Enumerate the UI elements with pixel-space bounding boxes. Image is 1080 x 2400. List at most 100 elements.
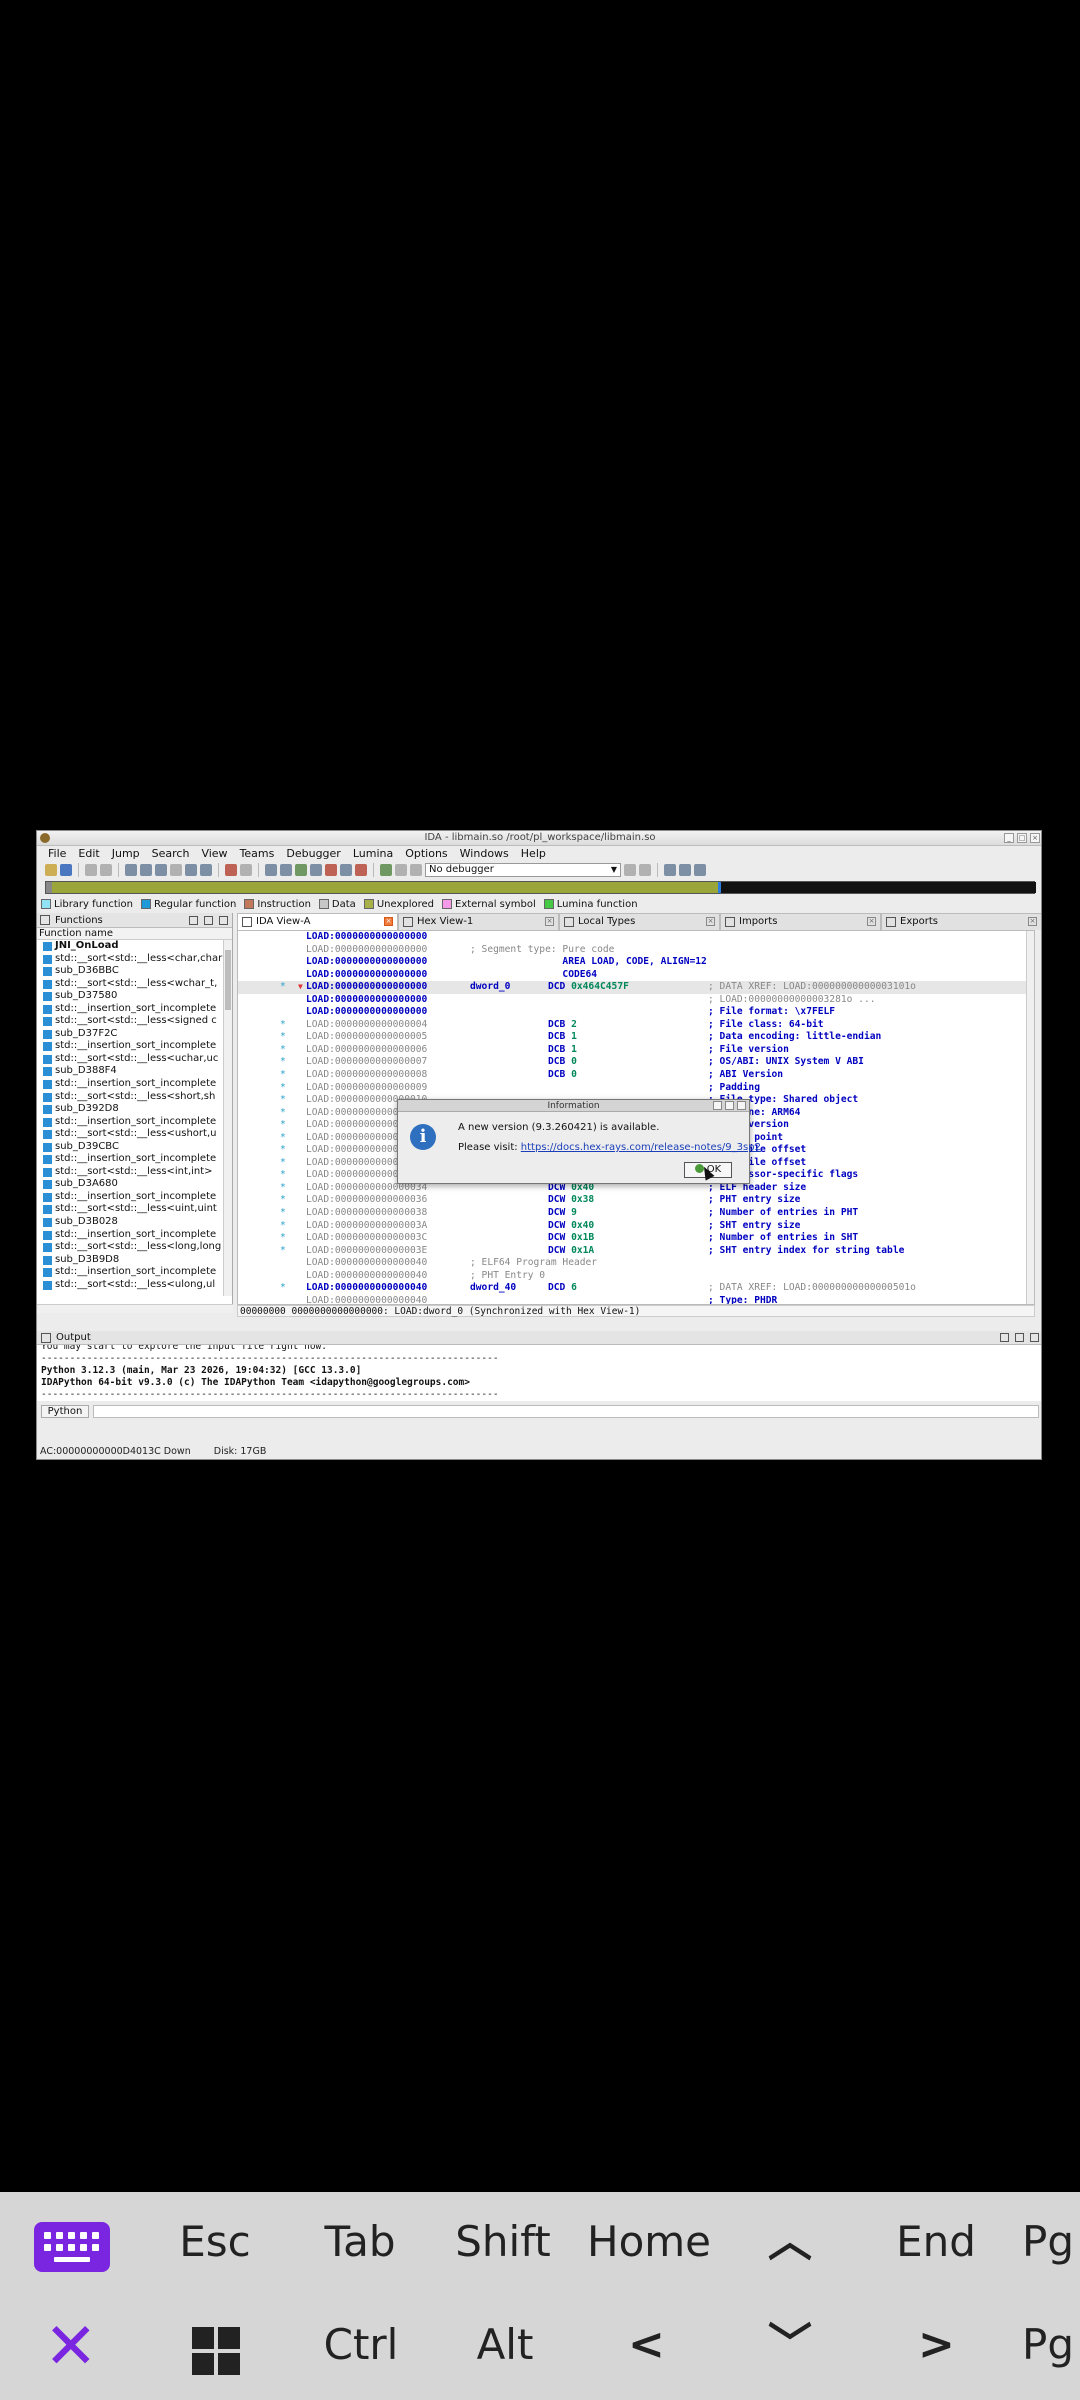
dialog-close-button[interactable] <box>737 1101 746 1110</box>
menu-debugger[interactable]: Debugger <box>280 846 346 861</box>
breakpoint-icon[interactable] <box>355 864 367 876</box>
tool-icon[interactable] <box>340 864 352 876</box>
disasm-line[interactable]: LOAD:0000000000000000 <box>238 931 1034 944</box>
tool-icon[interactable] <box>200 864 212 876</box>
esc-key[interactable]: Esc <box>170 2192 260 2292</box>
menu-options[interactable]: Options <box>399 846 453 861</box>
keyboard-icon[interactable] <box>34 2222 110 2272</box>
tab-close-icon[interactable]: × <box>384 917 393 926</box>
navigation-band[interactable] <box>45 881 1036 894</box>
tab-key[interactable]: Tab <box>315 2192 405 2292</box>
function-list-item[interactable]: std::__sort<std::__less<ulong,ul <box>37 1279 223 1292</box>
function-list-item[interactable]: sub_D392D8 <box>37 1103 223 1116</box>
disasm-line[interactable]: LOAD:0000000000000000 CODE64 <box>238 969 1034 982</box>
panel-close-button[interactable] <box>1030 1333 1039 1342</box>
tab-close-icon[interactable]: × <box>1028 917 1037 926</box>
disasm-line[interactable]: LOAD:0000000000000000 ; Segment type: Pur… <box>238 944 1034 957</box>
menu-jump[interactable]: Jump <box>106 846 146 861</box>
run-icon[interactable] <box>380 864 392 876</box>
open-icon[interactable] <box>45 864 57 876</box>
function-list-item[interactable]: std::__insertion_sort_incomplete <box>37 1229 223 1242</box>
tool-icon[interactable] <box>185 864 197 876</box>
disasm-line[interactable]: LOAD:0000000000000040 ; PHT Entry 0 <box>238 1270 1034 1283</box>
tool-icon[interactable] <box>155 864 167 876</box>
tool-icon[interactable] <box>295 864 307 876</box>
close-icon[interactable]: ✕ <box>44 2315 98 2379</box>
ctrl-key[interactable]: Ctrl <box>316 2295 406 2395</box>
tool-icon[interactable] <box>624 864 636 876</box>
dialog-titlebar[interactable]: Information <box>398 1100 749 1112</box>
disasm-line[interactable]: LOAD:0000000000000000 AREA LOAD, CODE, A… <box>238 956 1034 969</box>
menu-lumina[interactable]: Lumina <box>347 846 399 861</box>
tab-exports[interactable]: Exports × <box>881 913 1041 930</box>
functions-scrollbar[interactable] <box>223 940 232 1296</box>
tab-local-types[interactable]: Local Types × <box>559 913 720 930</box>
menu-edit[interactable]: Edit <box>72 846 105 861</box>
disasm-scrollbar[interactable] <box>1026 931 1034 1304</box>
function-list-item[interactable]: std::__insertion_sort_incomplete <box>37 1078 223 1091</box>
disasm-line[interactable]: * LOAD:0000000000000009 ; Padding <box>238 1082 1034 1095</box>
minimize-button[interactable]: _ <box>1004 833 1014 843</box>
release-notes-link[interactable]: https://docs.hex-rays.com/release-notes/… <box>521 1142 761 1153</box>
disasm-line[interactable]: * LOAD:0000000000000005 DCB 1 ; Data encodi… <box>238 1031 1034 1044</box>
tab-close-icon[interactable]: × <box>545 917 554 926</box>
python-command-input[interactable] <box>93 1405 1039 1418</box>
disasm-line[interactable]: * LOAD:0000000000000004 DCB 2 ; File class:… <box>238 1019 1034 1032</box>
disasm-line[interactable]: * LOAD:0000000000000007 DCB 0 ; OS/ABI: UNI… <box>238 1056 1034 1069</box>
menu-file[interactable]: File <box>42 846 72 861</box>
function-list-item[interactable]: sub_D37F2C <box>37 1028 223 1041</box>
tool-icon[interactable] <box>140 864 152 876</box>
windows-icon[interactable] <box>192 2327 240 2375</box>
tool-icon[interactable] <box>639 864 651 876</box>
forward-icon[interactable] <box>100 864 112 876</box>
tool-icon[interactable] <box>310 864 322 876</box>
down-arrow-key[interactable]: ﹀ <box>768 2295 812 2395</box>
function-list-item[interactable]: std::__insertion_sort_incomplete <box>37 1153 223 1166</box>
menu-teams[interactable]: Teams <box>234 846 281 861</box>
tool-icon[interactable] <box>170 864 182 876</box>
end-key[interactable]: End <box>888 2192 984 2292</box>
stop-icon[interactable] <box>410 864 422 876</box>
tab-ida-view-a[interactable]: IDA View-A × <box>237 913 398 930</box>
panel-close-button[interactable] <box>219 915 228 925</box>
functions-hscrollbar[interactable] <box>37 1304 233 1313</box>
function-list-item[interactable]: std::__sort<std::__less<signed c <box>37 1015 223 1028</box>
tab-close-icon[interactable]: × <box>706 917 715 926</box>
tool-icon[interactable] <box>280 864 292 876</box>
function-list-item[interactable]: std::__insertion_sort_incomplete <box>37 1266 223 1279</box>
function-list-item[interactable]: sub_D3A680 <box>37 1178 223 1191</box>
close-button[interactable]: × <box>1030 833 1040 843</box>
window-titlebar[interactable]: IDA - libmain.so /root/pl_workspace/libm… <box>37 831 1041 846</box>
function-list-item[interactable]: std::__sort<std::__less<short,sh <box>37 1091 223 1104</box>
tool-icon[interactable] <box>125 864 137 876</box>
tool-icon[interactable] <box>225 864 237 876</box>
disasm-line[interactable]: * LOAD:0000000000000038 DCW 9 ; Number of e… <box>238 1207 1034 1220</box>
dialog-minimize-button[interactable] <box>713 1101 722 1110</box>
function-list-item[interactable]: std::__sort<std::__less<uchar,uc <box>37 1053 223 1066</box>
tool-icon[interactable] <box>679 864 691 876</box>
menu-windows[interactable]: Windows <box>454 846 515 861</box>
function-list-item[interactable]: std::__sort<std::__less<uint,uint <box>37 1203 223 1216</box>
maximize-button[interactable]: □ <box>1017 833 1027 843</box>
shift-key[interactable]: Shift <box>448 2192 558 2292</box>
function-list-item[interactable]: std::__sort<std::__less<wchar_t, <box>37 978 223 991</box>
menu-view[interactable]: View <box>195 846 233 861</box>
function-list-item[interactable]: std::__sort<std::__less<int,int> <box>37 1166 223 1179</box>
disasm-line[interactable]: LOAD:0000000000000000 ; File format: \x7F… <box>238 1006 1034 1019</box>
left-arrow-key[interactable]: < <box>628 2295 665 2395</box>
page-up-key[interactable]: Pg <box>1022 2192 1080 2292</box>
dialog-maximize-button[interactable] <box>725 1101 734 1110</box>
save-icon[interactable] <box>60 864 72 876</box>
disasm-line[interactable]: * LOAD:0000000000000040 dword_40 DCD 6 ; DAT… <box>238 1282 1034 1295</box>
tool-icon[interactable] <box>265 864 277 876</box>
tab-hex-view-1[interactable]: Hex View-1 × <box>398 913 559 930</box>
function-list-item[interactable]: std::__sort<std::__less<char,char <box>37 953 223 966</box>
page-down-key[interactable]: Pg <box>1022 2295 1080 2395</box>
disasm-label[interactable]: dword_0 <box>470 981 510 994</box>
menu-search[interactable]: Search <box>146 846 196 861</box>
function-list-item[interactable]: std::__insertion_sort_incomplete <box>37 1003 223 1016</box>
debugger-select[interactable]: No debugger ▼ <box>425 863 621 877</box>
up-arrow-key[interactable]: ︿ <box>768 2192 812 2292</box>
panel-maximize-button[interactable] <box>1000 1333 1009 1342</box>
function-list-item[interactable]: sub_D37580 <box>37 990 223 1003</box>
